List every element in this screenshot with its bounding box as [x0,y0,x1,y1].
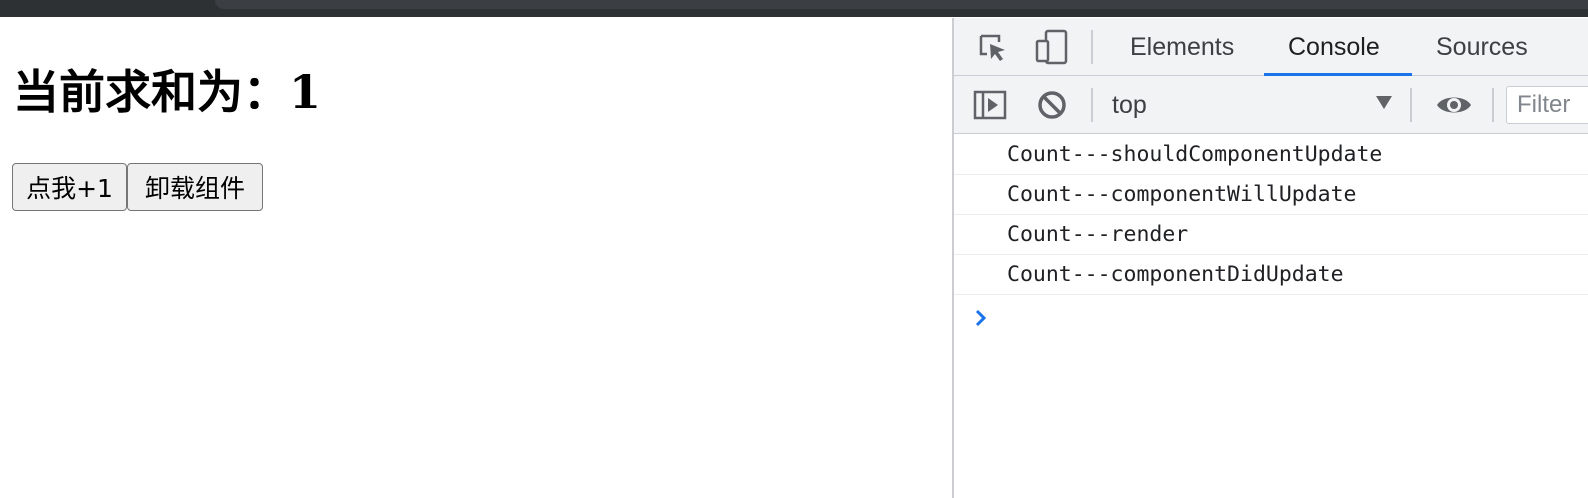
console-message: Count---componentWillUpdate [954,175,1588,215]
browser-top-bar [0,0,1588,18]
toolbar-separator [1091,30,1093,64]
console-filter-input[interactable] [1506,86,1588,124]
live-expression-eye-icon[interactable] [1434,90,1474,120]
sum-heading: 当前求和为：1 [13,65,322,119]
chevron-down-icon[interactable] [1376,96,1392,109]
console-message: Count---shouldComponentUpdate [954,135,1588,175]
increment-button[interactable]: 点我+1 [12,163,127,211]
console-toolbar: top [954,76,1588,134]
device-toolbar-icon[interactable] [1032,28,1072,66]
tab-elements[interactable]: Elements [1130,18,1234,76]
toolbar-separator [1492,88,1494,122]
tab-console[interactable]: Console [1288,18,1380,76]
prompt-chevron-icon[interactable] [974,306,988,330]
page-content: 当前求和为：1 点我+1 卸载组件 [0,18,952,498]
devtools-tab-bar: Elements Console Sources [954,18,1588,76]
context-selector[interactable]: top [1112,76,1147,134]
console-message: Count---render [954,215,1588,255]
unmount-component-button[interactable]: 卸载组件 [127,163,263,211]
console-log: Count---shouldComponentUpdate Count---co… [954,135,1588,295]
devtools-panel: Elements Console Sources top Filter Coun… [952,18,1588,498]
browser-tab-strip [215,0,1588,9]
tab-sources[interactable]: Sources [1436,18,1528,76]
inspect-element-icon[interactable] [976,31,1010,65]
clear-console-icon[interactable] [1034,88,1070,122]
toolbar-separator [1410,88,1412,122]
sidebar-toggle-icon[interactable] [972,88,1008,122]
console-message: Count---componentDidUpdate [954,255,1588,295]
toolbar-separator [1091,88,1093,122]
